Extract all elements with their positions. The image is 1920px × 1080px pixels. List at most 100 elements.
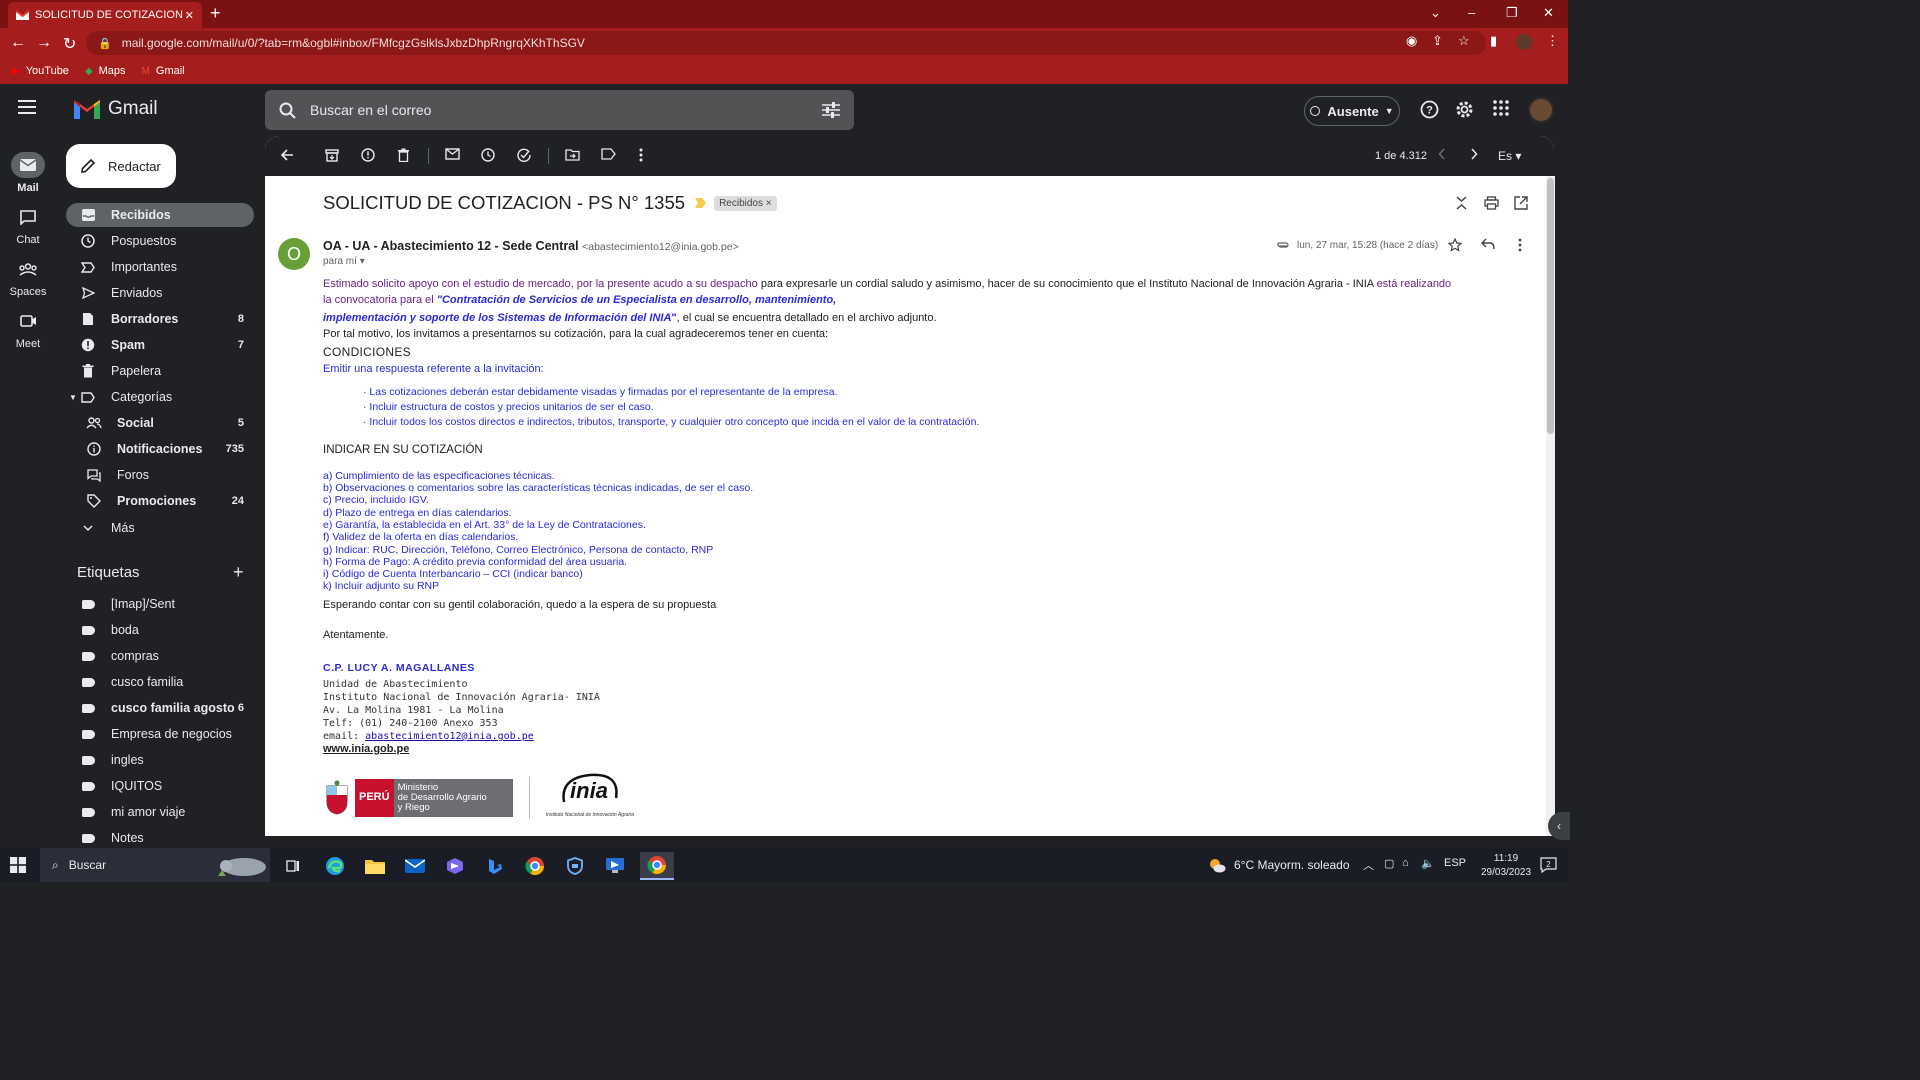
report-spam-icon[interactable] — [361, 148, 375, 162]
edge-icon[interactable] — [318, 852, 352, 880]
search-input[interactable] — [310, 102, 822, 118]
bookmark-youtube[interactable]: ▶ YouTube — [12, 65, 69, 77]
notification-center-icon[interactable]: 2 — [1540, 857, 1557, 873]
windows-start-icon[interactable] — [10, 857, 26, 873]
rail-spaces[interactable]: Spaces — [0, 256, 56, 298]
minimize-button[interactable]: – — [1468, 5, 1475, 20]
label-item[interactable]: IQUITOS — [66, 774, 254, 798]
reload-icon[interactable]: ↻ — [63, 34, 76, 54]
show-hidden-icons[interactable]: ︿ — [1363, 857, 1374, 873]
recipient-line[interactable]: para mí ▾ — [323, 256, 365, 267]
sidebar-item-mas[interactable]: Más — [66, 516, 254, 540]
profile-avatar[interactable] — [1516, 34, 1532, 50]
sidebar-item-recibidos[interactable]: Recibidos — [66, 203, 254, 227]
bookmark-gmail[interactable]: M Gmail — [142, 65, 185, 77]
back-icon[interactable]: ← — [10, 34, 26, 52]
inbox-label-chip[interactable]: Recibidos × — [714, 195, 777, 211]
browser-tab[interactable]: SOLICITUD DE COTIZACION - PS ✕ — [8, 2, 202, 28]
remote-desktop-icon[interactable] — [598, 852, 632, 880]
search-bar[interactable] — [265, 90, 854, 130]
label-item[interactable]: cusco familia — [66, 670, 254, 694]
incognito-icon[interactable]: ◉ — [1406, 33, 1417, 49]
signature-web-link[interactable]: www.inia.gob.pe — [323, 741, 409, 758]
message-scrollbar[interactable] — [1546, 176, 1555, 836]
importance-marker-icon[interactable] — [695, 198, 707, 208]
close-window-button[interactable]: ✕ — [1543, 5, 1554, 21]
sidebar-item-foros[interactable]: Foros — [66, 463, 254, 487]
sidebar-item-notificaciones[interactable]: Notificaciones 735 — [66, 437, 254, 461]
open-new-window-icon[interactable] — [1514, 196, 1528, 210]
delete-icon[interactable] — [397, 148, 410, 162]
sidebar-item-borradores[interactable]: Borradores 8 — [66, 307, 254, 331]
mark-unread-icon[interactable] — [445, 148, 460, 160]
chrome-active-icon[interactable] — [640, 852, 674, 880]
sidepanel-icon[interactable]: ▮ — [1490, 33, 1497, 49]
reply-icon[interactable] — [1481, 238, 1495, 250]
rail-chat[interactable]: Chat — [0, 204, 56, 246]
network-icon[interactable]: ⌂ — [1402, 857, 1409, 869]
task-view-icon[interactable] — [276, 852, 310, 880]
sidebar-item-social[interactable]: Social 5 — [66, 411, 254, 435]
older-chevron-icon[interactable] — [1470, 148, 1478, 160]
label-item[interactable]: Notes — [66, 826, 254, 848]
labels-icon[interactable] — [601, 148, 616, 160]
close-tab-icon[interactable]: ✕ — [185, 9, 194, 22]
sender-avatar[interactable]: O — [278, 238, 310, 270]
bing-app-icon[interactable] — [478, 852, 512, 880]
input-tools-selector[interactable]: Es ▾ — [1498, 149, 1521, 163]
search-options-icon[interactable] — [822, 102, 840, 118]
bookmark-star-icon[interactable]: ☆ — [1458, 33, 1470, 49]
back-to-inbox-icon[interactable] — [280, 148, 294, 162]
star-icon[interactable] — [1448, 238, 1462, 252]
restore-button[interactable]: ❐ — [1506, 5, 1518, 21]
help-icon[interactable]: ? — [1420, 100, 1439, 119]
sidebar-item-importantes[interactable]: Importantes — [66, 255, 254, 279]
forward-icon[interactable]: → — [36, 34, 52, 52]
browser-menu-icon[interactable]: ⋮ — [1546, 33, 1559, 49]
visual-studio-icon[interactable] — [438, 852, 472, 880]
bookmark-maps[interactable]: ◆ Maps — [85, 65, 126, 77]
address-bar[interactable]: 🔒 mail.google.com/mail/u/0/?tab=rm&ogbl#… — [86, 31, 1486, 55]
sidebar-item-spam[interactable]: Spam 7 — [66, 333, 254, 357]
move-to-icon[interactable] — [565, 148, 580, 161]
sender-name[interactable]: OA - UA - Abastecimiento 12 - Sede Centr… — [323, 239, 579, 253]
label-item[interactable]: [Imap]/Sent — [66, 592, 254, 616]
label-item[interactable]: compras — [66, 644, 254, 668]
sidebar-item-promociones[interactable]: Promociones 24 — [66, 489, 254, 513]
more-vert-icon[interactable] — [639, 148, 643, 162]
main-menu-icon[interactable] — [18, 100, 36, 114]
scrollbar-thumb[interactable] — [1547, 178, 1554, 434]
rail-meet[interactable]: Meet — [0, 308, 56, 350]
gmail-logo[interactable]: Gmail — [74, 98, 158, 120]
recipient-details-icon[interactable]: ▾ — [360, 256, 365, 267]
side-panel-toggle[interactable]: ‹ — [1548, 812, 1570, 840]
chrome-icon[interactable] — [518, 852, 552, 880]
system-clock[interactable]: 11:19 29/03/2023 — [1481, 852, 1531, 880]
settings-gear-icon[interactable] — [1455, 100, 1474, 119]
print-icon[interactable] — [1484, 196, 1499, 210]
message-more-icon[interactable] — [1518, 238, 1522, 252]
new-tab-button[interactable]: + — [210, 4, 221, 22]
rail-mail[interactable]: Mail — [0, 152, 56, 194]
label-item[interactable]: mi amor viaje — [66, 800, 254, 824]
add-label-button[interactable]: + — [233, 563, 244, 581]
label-item[interactable]: cusco familia agosto 6 — [66, 696, 254, 720]
file-explorer-icon[interactable] — [358, 852, 392, 880]
volume-icon[interactable]: 🔈 — [1421, 857, 1435, 870]
tab-search-icon[interactable]: ⌄ — [1430, 5, 1441, 21]
label-item[interactable]: boda — [66, 618, 254, 642]
apps-grid-icon[interactable] — [1493, 100, 1509, 116]
sidebar-item-enviados[interactable]: Enviados — [66, 281, 254, 305]
sidebar-item-pospuestos[interactable]: Pospuestos — [66, 229, 254, 253]
mail-app-icon[interactable] — [398, 852, 432, 880]
label-item[interactable]: ingles — [66, 748, 254, 772]
add-task-icon[interactable] — [517, 148, 532, 162]
sidebar-item-categorias[interactable]: ▼ Categorías — [66, 385, 254, 409]
collapse-all-icon[interactable] — [1456, 196, 1467, 210]
label-item[interactable]: Empresa de negocios — [66, 722, 254, 746]
tray-app-icon[interactable]: ▢ — [1384, 857, 1394, 870]
share-icon[interactable]: ⇪ — [1432, 33, 1443, 49]
sidebar-item-papelera[interactable]: Papelera — [66, 359, 254, 383]
expand-caret-icon[interactable]: ▼ — [69, 393, 80, 402]
account-avatar[interactable] — [1528, 97, 1554, 123]
